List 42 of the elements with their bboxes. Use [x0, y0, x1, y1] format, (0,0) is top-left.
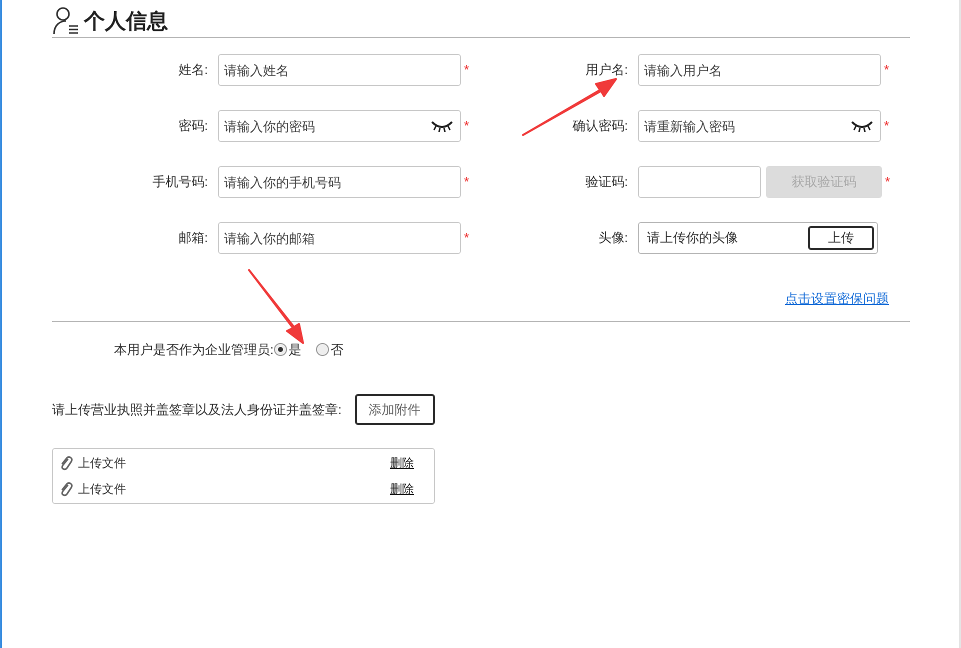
required-mark: *	[464, 117, 470, 135]
closed-eye-icon[interactable]	[851, 120, 873, 132]
upload-hint: 请上传你的头像	[647, 229, 738, 248]
field-label: 用户名:	[584, 61, 629, 80]
admin-question: 本用户是否作为企业管理员:	[114, 340, 274, 358]
required-mark: *	[464, 229, 470, 247]
field-label: 密码:	[177, 117, 209, 136]
required-mark: *	[885, 173, 890, 191]
upload-button[interactable]: 上传	[808, 226, 874, 250]
user-list-icon	[52, 4, 80, 34]
field-label: 确认密码:	[571, 117, 629, 136]
input-field[interactable]: 请输入你的密码	[218, 110, 461, 142]
required-mark: *	[464, 61, 470, 79]
delete-link[interactable]: 删除	[390, 454, 414, 472]
paperclip-icon	[59, 481, 73, 497]
field-label: 头像:	[597, 229, 629, 248]
paperclip-icon	[59, 455, 73, 471]
field-label: 姓名:	[177, 61, 209, 80]
radio-label[interactable]: 是	[288, 340, 302, 359]
radio-label[interactable]: 否	[330, 340, 344, 359]
input-field[interactable]: 请重新输入密码	[638, 110, 881, 142]
file-name: 上传文件	[78, 455, 127, 472]
field-label: 邮箱:	[177, 229, 209, 248]
field-label: 手机号码:	[151, 173, 209, 192]
input-field[interactable]: 请输入你的手机号码	[218, 166, 461, 198]
closed-eye-icon[interactable]	[431, 120, 453, 132]
file-name: 上传文件	[78, 481, 127, 498]
attachment-label: 请上传营业执照并盖签章以及法人身份证并盖签章:	[52, 400, 342, 419]
required-mark: *	[464, 173, 470, 191]
input-field[interactable]: 请输入你的邮箱	[218, 222, 461, 254]
input-field[interactable]: 请输入姓名	[218, 54, 461, 86]
input-field[interactable]: 请输入用户名	[638, 54, 881, 86]
radio-button[interactable]	[316, 342, 329, 356]
required-mark: *	[884, 117, 890, 135]
field-label: 验证码:	[584, 173, 629, 192]
delete-link[interactable]: 删除	[390, 480, 414, 498]
required-mark: *	[884, 61, 890, 79]
security-question-link[interactable]: 点击设置密保问题	[785, 289, 889, 308]
input-field[interactable]	[638, 166, 761, 198]
radio-button[interactable]	[274, 342, 287, 356]
add-attachment-button[interactable]: 添加附件	[354, 394, 435, 425]
page-title: 个人信息	[84, 11, 168, 32]
